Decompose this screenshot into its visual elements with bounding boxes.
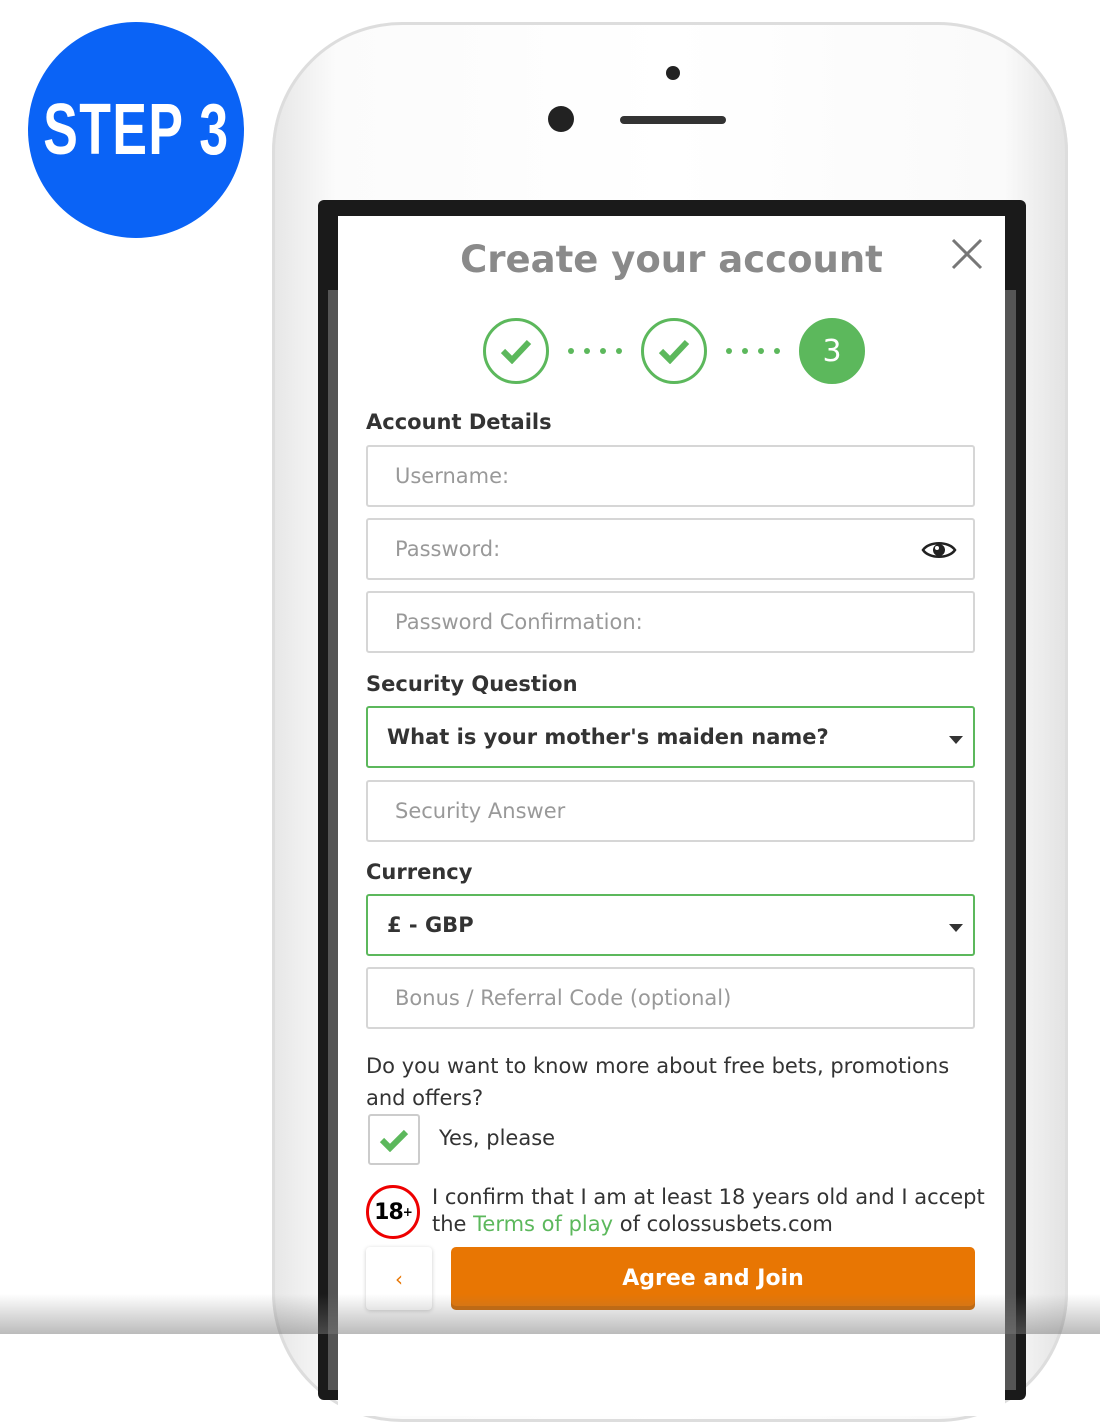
step-connector [707, 348, 799, 354]
chevron-down-icon [949, 924, 963, 932]
proximity-sensor [666, 66, 680, 80]
password-confirmation-input[interactable]: Password Confirmation: [366, 591, 975, 653]
chevron-down-icon [949, 736, 963, 744]
step-1-done [483, 318, 549, 384]
step-badge-text: STEP 3 [42, 90, 230, 170]
create-account-modal: Create your account 3 Account Details Us… [338, 216, 1005, 1416]
promo-checkbox-label[interactable]: Yes, please [439, 1126, 555, 1150]
check-icon [500, 339, 532, 364]
terms-of-play-link[interactable]: Terms of play [473, 1212, 613, 1236]
security-question-heading: Security Question [366, 672, 578, 696]
password-input[interactable]: Password: [366, 518, 975, 580]
age-18-plus-icon: 18 + [366, 1185, 420, 1239]
account-details-heading: Account Details [366, 410, 552, 434]
speaker [620, 116, 726, 124]
security-question-select[interactable]: What is your mother's maiden name? [366, 706, 975, 768]
currency-select[interactable]: £ - GBP [366, 894, 975, 956]
eye-icon[interactable] [921, 538, 957, 562]
step-2-done [641, 318, 707, 384]
bottom-shadow [0, 1294, 1100, 1334]
currency-heading: Currency [366, 860, 473, 884]
front-camera [548, 106, 574, 132]
promo-question: Do you want to know more about free bets… [366, 1054, 950, 1110]
check-icon [379, 1129, 409, 1152]
security-question-value: What is your mother's maiden name? [387, 725, 829, 749]
check-icon [658, 339, 690, 364]
promo-checkbox[interactable] [368, 1114, 420, 1165]
step-indicator: 3 [483, 318, 865, 384]
step-badge: STEP 3 [28, 22, 244, 238]
username-input[interactable]: Username: [366, 445, 975, 507]
age-confirmation-text: I confirm that I am at least 18 years ol… [432, 1185, 985, 1236]
currency-value: £ - GBP [387, 913, 474, 937]
password-placeholder: Password: [395, 537, 501, 561]
bonus-code-input[interactable]: Bonus / Referral Code (optional) [366, 967, 975, 1029]
step-connector [549, 348, 641, 354]
close-icon[interactable] [949, 236, 985, 272]
modal-title: Create your account [460, 238, 883, 281]
step-3-active: 3 [799, 318, 865, 384]
security-answer-input[interactable]: Security Answer [366, 780, 975, 842]
